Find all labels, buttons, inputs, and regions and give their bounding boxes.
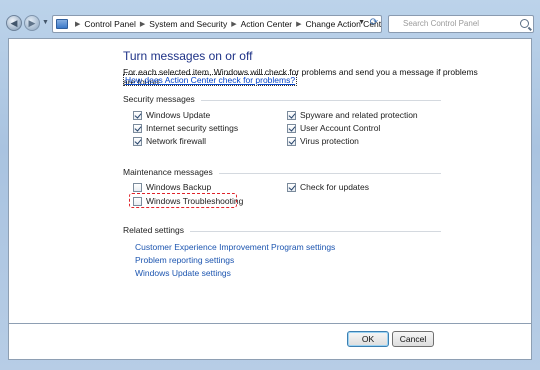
refresh-icon[interactable]: ⟳	[370, 17, 378, 28]
checkbox-label: Check for updates	[300, 182, 369, 192]
checkbox-checked-icon[interactable]	[133, 123, 142, 133]
checkbox-check-for-updates[interactable]: Check for updates	[287, 182, 369, 192]
checkbox-checked-icon[interactable]	[287, 182, 296, 192]
checkbox-windows-backup[interactable]: Windows Backup	[133, 182, 211, 192]
checkbox-spyware-protection[interactable]: Spyware and related protection	[287, 110, 418, 120]
checkbox-virus-protection[interactable]: Virus protection	[287, 136, 359, 146]
chevron-down-icon[interactable]: ▼	[358, 19, 365, 26]
content-pane: Turn messages on or off For each selecte…	[8, 38, 532, 324]
checkbox-label: Windows Troubleshooting	[146, 196, 244, 206]
ok-button[interactable]: OK	[347, 331, 389, 347]
section-title: Maintenance messages	[123, 167, 219, 177]
forward-button[interactable]: ▶	[24, 15, 40, 31]
address-bar[interactable]: ▶ Control Panel ▶ System and Security ▶ …	[52, 15, 382, 33]
page-title: Turn messages on or off	[123, 49, 253, 63]
forward-arrow-icon: ▶	[28, 18, 36, 28]
maintenance-section-header: Maintenance messages	[123, 167, 441, 179]
breadcrumb-action-center[interactable]: Action Center	[241, 19, 293, 29]
chevron-right-icon[interactable]: ▶	[231, 20, 236, 28]
checkbox-unchecked-icon[interactable]	[133, 196, 142, 206]
checkbox-checked-icon[interactable]	[287, 123, 296, 133]
related-section-header: Related settings	[123, 225, 441, 237]
search-icon[interactable]	[520, 19, 529, 28]
checkbox-checked-icon[interactable]	[287, 136, 296, 146]
checkbox-label: Spyware and related protection	[300, 110, 418, 120]
breadcrumb-system-and-security[interactable]: System and Security	[149, 19, 227, 29]
checkbox-label: Windows Backup	[146, 182, 212, 192]
checkbox-user-account-control[interactable]: User Account Control	[287, 123, 380, 133]
window: ◀ ▶ ▼ ▶ Control Panel ▶ System and Secur…	[0, 0, 540, 370]
section-title: Related settings	[123, 225, 190, 235]
checkbox-label: Internet security settings	[146, 123, 239, 133]
back-button[interactable]: ◀	[6, 15, 22, 31]
dialog-footer: OK Cancel	[8, 324, 532, 360]
navigation-bar: ◀ ▶ ▼ ▶ Control Panel ▶ System and Secur…	[4, 14, 536, 34]
link-windows-update-settings[interactable]: Windows Update settings	[135, 268, 231, 278]
checkbox-label: User Account Control	[300, 123, 381, 133]
chevron-right-icon[interactable]: ▶	[296, 20, 301, 28]
checkbox-checked-icon[interactable]	[133, 110, 142, 120]
search-placeholder: Search Control Panel	[403, 19, 480, 28]
checkbox-label: Network firewall	[146, 136, 206, 146]
checkbox-label: Windows Update	[146, 110, 211, 120]
checkbox-checked-icon[interactable]	[133, 136, 142, 146]
checkbox-windows-update[interactable]: Windows Update	[133, 110, 210, 120]
checkbox-checked-icon[interactable]	[287, 110, 296, 120]
chevron-right-icon[interactable]: ▶	[75, 20, 80, 28]
checkbox-network-firewall[interactable]: Network firewall	[133, 136, 206, 146]
chevron-right-icon[interactable]: ▶	[140, 20, 145, 28]
help-link[interactable]: How does Action Center check for problem…	[123, 74, 298, 86]
link-problem-reporting-settings[interactable]: Problem reporting settings	[135, 255, 234, 265]
breadcrumb-control-panel[interactable]: Control Panel	[84, 19, 136, 29]
checkbox-internet-security-settings[interactable]: Internet security settings	[133, 123, 238, 133]
checkbox-windows-troubleshooting[interactable]: Windows Troubleshooting	[133, 196, 243, 206]
recent-pages-dropdown[interactable]: ▼	[42, 19, 49, 26]
checkbox-unchecked-icon[interactable]	[133, 182, 142, 192]
back-arrow-icon: ◀	[10, 18, 18, 28]
cancel-button[interactable]: Cancel	[392, 331, 434, 347]
search-input[interactable]: Search Control Panel	[388, 15, 534, 33]
security-section-header: Security messages	[123, 94, 441, 106]
link-ceip-settings[interactable]: Customer Experience Improvement Program …	[135, 242, 335, 252]
control-panel-icon	[56, 19, 68, 29]
section-title: Security messages	[123, 94, 201, 104]
checkbox-label: Virus protection	[300, 136, 359, 146]
